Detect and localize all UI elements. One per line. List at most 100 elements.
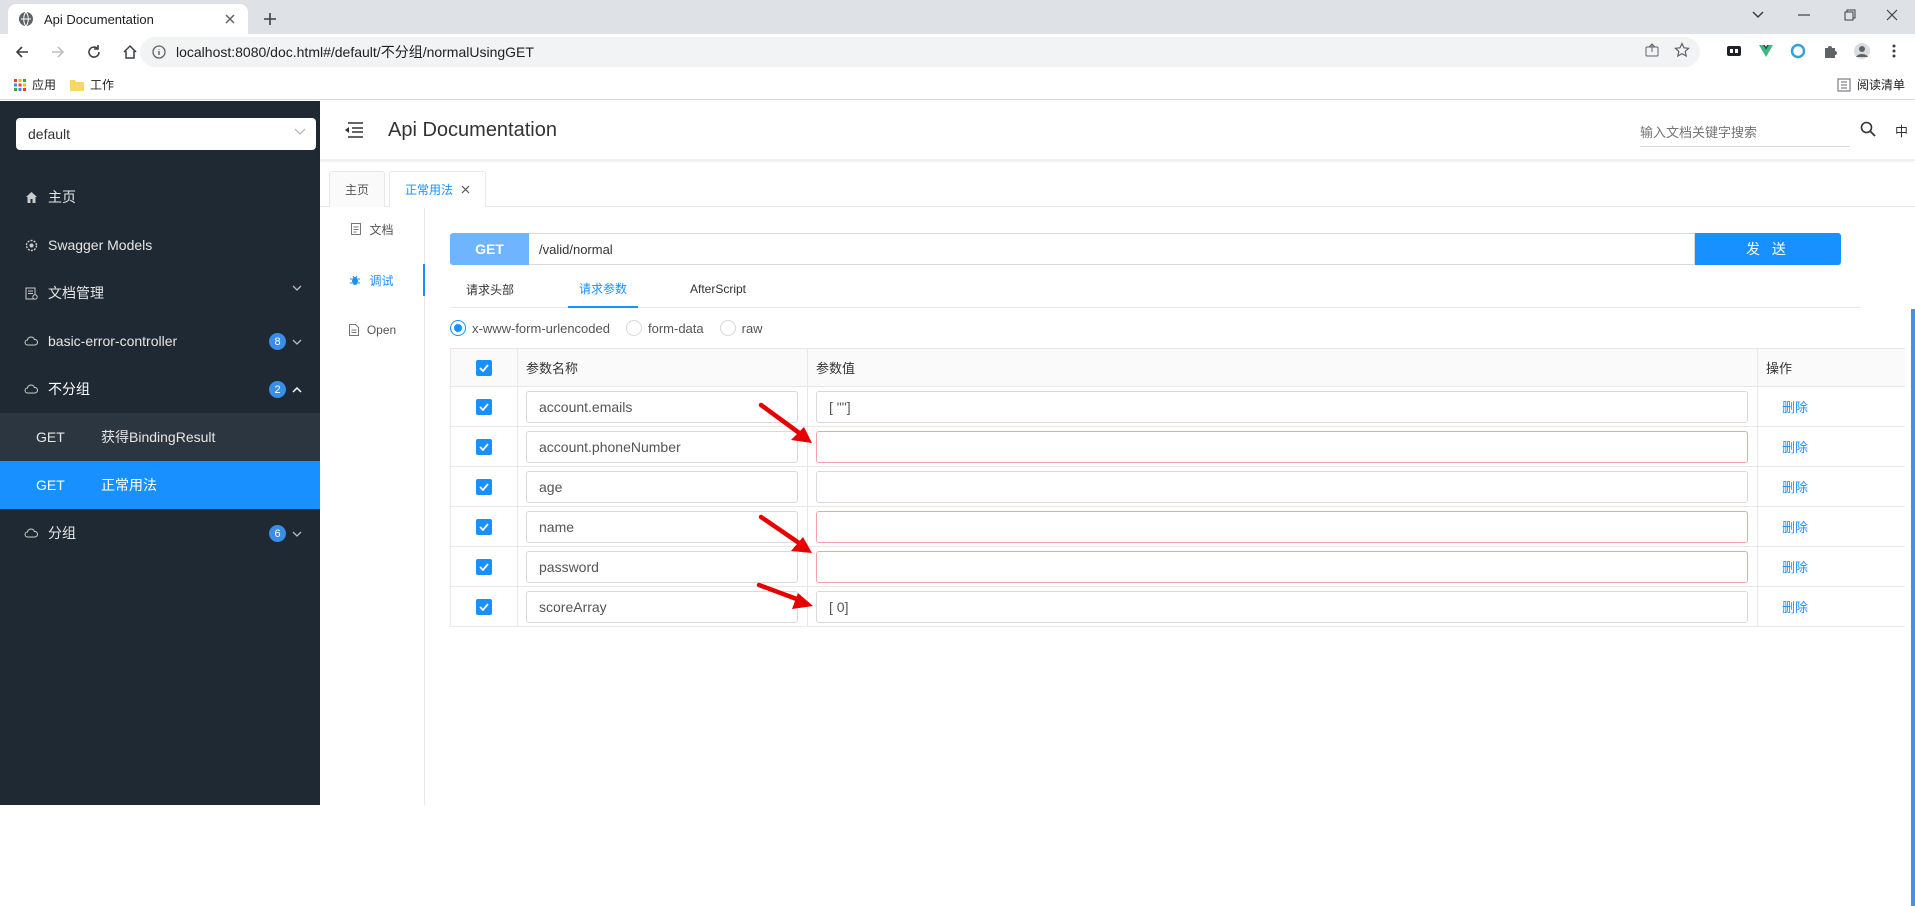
subtab-request-params[interactable]: 请求参数 bbox=[568, 270, 639, 308]
sidebar-subitem-binding-result[interactable]: GET 获得BindingResult bbox=[0, 413, 320, 461]
table-row: account.phoneNumber 删除 bbox=[450, 427, 1905, 467]
delete-link[interactable]: 删除 bbox=[1782, 477, 1808, 496]
new-tab-button[interactable] bbox=[258, 7, 282, 31]
chevron-down-icon bbox=[292, 285, 302, 291]
column-header-op: 操作 bbox=[1766, 361, 1793, 376]
restore-button[interactable] bbox=[1827, 0, 1873, 30]
group-select[interactable]: default bbox=[16, 118, 316, 150]
count-badge: 8 bbox=[269, 333, 286, 350]
radio-raw[interactable]: raw bbox=[719, 320, 763, 336]
radio-form-data[interactable]: form-data bbox=[625, 320, 704, 336]
radio-urlencoded[interactable]: x-www-form-urlencoded bbox=[450, 320, 610, 336]
table-row: password 删除 bbox=[450, 547, 1905, 587]
sidebar-item-home[interactable]: 主页 bbox=[0, 173, 320, 221]
row-checkbox[interactable] bbox=[476, 478, 492, 495]
reload-icon[interactable] bbox=[80, 38, 108, 66]
puzzle-icon[interactable] bbox=[1819, 40, 1841, 62]
sidebar: default 主页 Swagger Models 文档管理 basic-err… bbox=[0, 101, 320, 805]
vue-devtools-icon[interactable] bbox=[1755, 40, 1777, 62]
delete-link[interactable]: 删除 bbox=[1782, 517, 1808, 536]
param-value-input[interactable] bbox=[816, 430, 1748, 463]
send-button[interactable]: 发 送 bbox=[1695, 233, 1841, 265]
sidebar-item-doc-manage[interactable]: 文档管理 bbox=[0, 269, 320, 317]
row-checkbox[interactable] bbox=[476, 558, 492, 575]
menu-fold-icon[interactable] bbox=[344, 122, 364, 138]
sidebar-item-ungrouped[interactable]: 不分组 2 bbox=[0, 365, 320, 413]
subtab-afterscript[interactable]: AfterScript bbox=[690, 270, 746, 308]
close-icon[interactable] bbox=[461, 185, 470, 194]
delete-link[interactable]: 删除 bbox=[1782, 397, 1808, 416]
tab-normal-usage[interactable]: 正常用法 bbox=[389, 171, 487, 207]
tab-home[interactable]: 主页 bbox=[329, 171, 386, 207]
window-close-button[interactable] bbox=[1869, 0, 1915, 30]
sidebar-item-basic-error-controller[interactable]: basic-error-controller 8 bbox=[0, 317, 320, 365]
back-arrow-icon[interactable] bbox=[8, 38, 36, 66]
minimize-button[interactable] bbox=[1781, 0, 1827, 30]
tab-search-icon[interactable] bbox=[1735, 0, 1781, 30]
param-value-input[interactable]: [ ""] bbox=[816, 390, 1748, 423]
doc-side-tabs: 文档 调试 Open bbox=[320, 208, 425, 805]
forward-arrow-icon[interactable] bbox=[44, 38, 72, 66]
more-vert-icon[interactable] bbox=[1883, 40, 1905, 62]
app-header: Api Documentation 中 bbox=[320, 101, 1915, 161]
address-bar[interactable]: localhost:8080/doc.html#/default/不分组/nor… bbox=[140, 37, 1700, 67]
sidebar-item-label: 分组 bbox=[48, 525, 76, 541]
sidebar-item-label: 不分组 bbox=[48, 381, 90, 397]
request-path-input[interactable]: /valid/normal bbox=[529, 233, 1695, 265]
method-label: GET bbox=[36, 477, 65, 493]
browser-tab-title: Api Documentation bbox=[44, 11, 154, 27]
sidebar-item-label: basic-error-controller bbox=[48, 333, 178, 349]
browser-tabbar: Api Documentation bbox=[0, 0, 1915, 34]
row-checkbox[interactable] bbox=[476, 598, 492, 615]
subtab-request-headers[interactable]: 请求头部 bbox=[466, 270, 514, 308]
param-value-input[interactable]: [ 0] bbox=[816, 590, 1748, 623]
sidebar-item-swagger-models[interactable]: Swagger Models bbox=[0, 221, 320, 269]
browser-toolbar: localhost:8080/doc.html#/default/不分组/nor… bbox=[0, 34, 1915, 70]
url-text: localhost:8080/doc.html#/default/不分组/nor… bbox=[176, 44, 534, 60]
chevron-down-icon bbox=[292, 339, 302, 345]
annotation-arrow bbox=[758, 514, 812, 553]
close-icon[interactable] bbox=[222, 11, 238, 27]
sidebar-menu: 主页 Swagger Models 文档管理 basic-error-contr… bbox=[0, 173, 320, 557]
param-value-input[interactable] bbox=[816, 550, 1748, 583]
row-checkbox[interactable] bbox=[476, 398, 492, 415]
delete-link[interactable]: 删除 bbox=[1782, 557, 1808, 576]
delete-link[interactable]: 删除 bbox=[1782, 437, 1808, 456]
star-icon[interactable] bbox=[1674, 42, 1690, 58]
table-header-row: 参数名称 参数值 操作 bbox=[450, 349, 1905, 387]
bookmark-apps[interactable]: 应用 bbox=[14, 76, 56, 93]
select-all-checkbox[interactable] bbox=[476, 359, 492, 376]
extension-todo-icon[interactable] bbox=[1723, 40, 1745, 62]
param-value-input[interactable] bbox=[816, 510, 1748, 543]
side-tab-open[interactable]: Open bbox=[320, 314, 425, 346]
search-box bbox=[1640, 119, 1850, 147]
side-tab-doc[interactable]: 文档 bbox=[320, 213, 425, 245]
browser-tab[interactable]: Api Documentation bbox=[8, 4, 248, 34]
param-name-input[interactable]: age bbox=[526, 470, 798, 503]
row-checkbox[interactable] bbox=[476, 438, 492, 455]
side-tab-debug[interactable]: 调试 bbox=[320, 264, 425, 296]
delete-link[interactable]: 删除 bbox=[1782, 597, 1808, 616]
column-header-value: 参数值 bbox=[808, 349, 1758, 386]
bug-icon bbox=[349, 274, 361, 286]
annotation-arrow bbox=[758, 402, 812, 443]
share-icon[interactable] bbox=[1644, 42, 1660, 58]
param-value-input[interactable] bbox=[816, 470, 1748, 503]
row-checkbox[interactable] bbox=[476, 518, 492, 535]
home-icon bbox=[24, 190, 38, 204]
radio-circle bbox=[450, 320, 466, 336]
profile-icon[interactable] bbox=[1851, 40, 1873, 62]
extension-ring-icon[interactable] bbox=[1787, 40, 1809, 62]
param-name-input[interactable]: password bbox=[526, 550, 798, 583]
info-icon[interactable] bbox=[152, 45, 166, 59]
sidebar-item-grouped[interactable]: 分组 6 bbox=[0, 509, 320, 557]
language-switch[interactable]: 中 bbox=[1895, 121, 1908, 140]
reading-list[interactable]: 阅读清单 bbox=[1837, 76, 1905, 93]
bookmark-work[interactable]: 工作 bbox=[70, 76, 114, 93]
sidebar-subitem-normal-usage[interactable]: GET 正常用法 bbox=[0, 461, 320, 509]
count-badge: 2 bbox=[269, 381, 286, 398]
search-icon[interactable] bbox=[1860, 121, 1876, 137]
search-input[interactable] bbox=[1640, 119, 1820, 145]
table-row: age 删除 bbox=[450, 467, 1905, 507]
select-all-cell bbox=[450, 349, 518, 386]
